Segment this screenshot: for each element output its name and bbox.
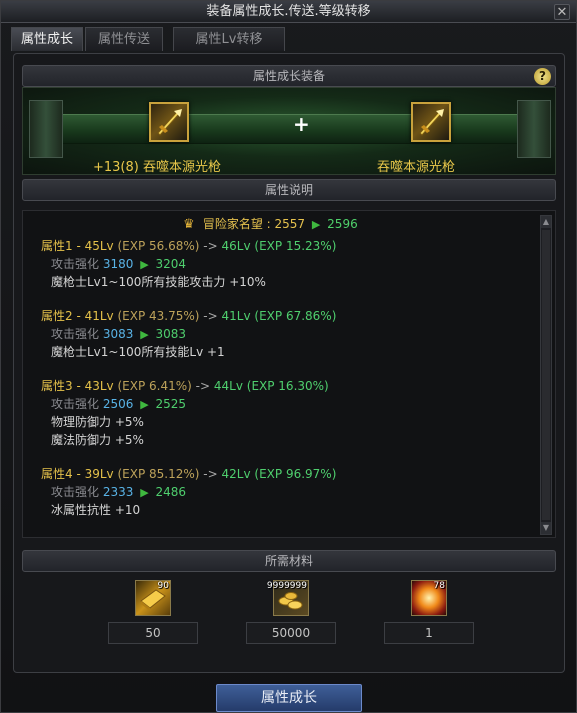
attribute-exp-old: (EXP 85.12%) bbox=[117, 467, 200, 481]
material-count: 50000 bbox=[246, 622, 336, 644]
materials-section-header: 所需材料 bbox=[22, 550, 556, 572]
flame-orb-icon[interactable]: 78 bbox=[411, 580, 447, 616]
scroll-up-icon[interactable]: ▲ bbox=[541, 216, 551, 228]
attribute-block: 属性1 - 45Lv (EXP 56.68%) -> 46Lv (EXP 15.… bbox=[41, 237, 521, 291]
attribute-level-line: 属性2 - 41Lv (EXP 43.75%) -> 41Lv (EXP 67.… bbox=[41, 307, 521, 325]
desc-section-header: 属性说明 bbox=[22, 179, 556, 201]
source-item-slot[interactable] bbox=[149, 102, 189, 142]
attribute-block: 属性2 - 41Lv (EXP 43.75%) -> 41Lv (EXP 67.… bbox=[41, 307, 521, 361]
attribute-arrow: -> bbox=[203, 309, 218, 323]
attribute-exp-new: (EXP 15.23%) bbox=[254, 239, 337, 253]
attribute-level-line: 属性1 - 45Lv (EXP 56.68%) -> 46Lv (EXP 15.… bbox=[41, 237, 521, 255]
attribute-effect: 魔法防御力 +5% bbox=[51, 433, 144, 447]
stat-name: 攻击强化 bbox=[51, 485, 100, 499]
stat-new-value: 3204 bbox=[155, 257, 187, 271]
attribute-exp-new: (EXP 67.86%) bbox=[254, 309, 337, 323]
attribute-new-level: 46Lv bbox=[221, 239, 251, 253]
attribute-effect: 物理防御力 +5% bbox=[51, 415, 144, 429]
attribute-exp-old: (EXP 6.41%) bbox=[117, 379, 192, 393]
equip-section-header: 属性成长装备 ? bbox=[22, 65, 556, 87]
stat-name: 攻击强化 bbox=[51, 327, 100, 341]
increase-arrow-icon: ▶ bbox=[311, 218, 321, 231]
material-badge: 9999999 bbox=[266, 581, 307, 591]
attribute-growth-button[interactable]: 属性成长 bbox=[216, 684, 362, 712]
fame-label: 冒险家名望 : 2557 bbox=[202, 217, 306, 231]
golden-spear-icon bbox=[157, 109, 182, 136]
attribute-effect: 魔枪士Lv1~100所有技能攻击力 +10% bbox=[51, 275, 266, 289]
target-item-slot[interactable] bbox=[411, 102, 451, 142]
fame-new-value: 2596 bbox=[327, 217, 358, 231]
stat-new-value: 3083 bbox=[155, 327, 187, 341]
attribute-arrow: -> bbox=[195, 379, 211, 393]
gold-coins-icon[interactable]: 9999999 bbox=[267, 580, 309, 616]
materials-area: 90 50 9999999 50000 78 1 bbox=[22, 574, 556, 658]
scroll-down-icon[interactable]: ▼ bbox=[541, 522, 551, 534]
material-badge: 90 bbox=[157, 581, 169, 591]
equip-display-area: + +13(8) 吞噬本源光枪 吞噬本源光枪 bbox=[22, 87, 556, 175]
stat-old-value: 2506 bbox=[102, 397, 134, 411]
attribute-new-level: 41Lv bbox=[221, 309, 251, 323]
window-titlebar[interactable]: 装备属性成长.传送.等级转移 ✕ bbox=[1, 1, 576, 23]
attribute-stat-line: 攻击强化 2333 ▶ 2486 bbox=[41, 483, 521, 501]
stat-new-value: 2486 bbox=[155, 485, 187, 499]
window-title: 装备属性成长.传送.等级转移 bbox=[206, 4, 371, 19]
equipment-growth-window: 装备属性成长.传送.等级转移 ✕ 属性成长 属性传送 属性Lv转移 属性成长装备… bbox=[0, 0, 577, 713]
tab-attribute-transfer[interactable]: 属性传送 bbox=[85, 27, 163, 51]
stat-old-value: 2333 bbox=[102, 485, 134, 499]
fame-icon: ♛ bbox=[183, 217, 195, 232]
tab-attribute-growth[interactable]: 属性成长 bbox=[11, 27, 83, 51]
pipe-cap-left bbox=[29, 100, 63, 158]
scroll-thumb[interactable] bbox=[542, 230, 550, 520]
attribute-title: 属性1 - 45Lv bbox=[41, 239, 114, 253]
attribute-effect: 魔枪士Lv1~100所有技能Lv +1 bbox=[51, 345, 225, 359]
attribute-block: 属性4 - 39Lv (EXP 85.12%) -> 42Lv (EXP 96.… bbox=[41, 465, 521, 519]
attribute-exp-old: (EXP 43.75%) bbox=[117, 309, 200, 323]
material-count: 1 bbox=[384, 622, 474, 644]
attribute-level-line: 属性3 - 43Lv (EXP 6.41%) -> 44Lv (EXP 16.3… bbox=[41, 377, 521, 395]
increase-arrow-icon: ▶ bbox=[140, 398, 149, 411]
attribute-arrow: -> bbox=[203, 239, 218, 253]
pipe-cap-right bbox=[517, 100, 551, 158]
desc-section-title: 属性说明 bbox=[264, 183, 313, 197]
equip-section-title: 属性成长装备 bbox=[252, 69, 325, 83]
attribute-block: 属性3 - 43Lv (EXP 6.41%) -> 44Lv (EXP 16.3… bbox=[41, 377, 521, 449]
materials-section-title: 所需材料 bbox=[264, 554, 313, 568]
gold-block-icon[interactable]: 90 bbox=[135, 580, 171, 616]
attribute-stat-line: 攻击强化 2506 ▶ 2525 bbox=[41, 395, 521, 413]
adventurer-fame-row: ♛ 冒险家名望 : 2557 ▶ 2596 bbox=[183, 215, 358, 233]
target-item-name: 吞噬本源光枪 bbox=[377, 160, 456, 175]
attribute-title: 属性3 - 43Lv bbox=[41, 379, 114, 393]
stat-name: 攻击强化 bbox=[51, 257, 100, 271]
close-icon[interactable]: ✕ bbox=[554, 4, 570, 20]
tab-attribute-level-transfer[interactable]: 属性Lv转移 bbox=[173, 27, 285, 51]
plus-sign: + bbox=[293, 112, 310, 136]
main-panel: 属性成长装备 ? + +13(8) 吞噬本源光枪 吞噬本源光枪 属性说明 ♛ 冒… bbox=[13, 53, 565, 673]
stat-old-value: 3180 bbox=[102, 257, 134, 271]
stat-old-value: 3083 bbox=[102, 327, 134, 341]
attribute-description-area: ♛ 冒险家名望 : 2557 ▶ 2596 属性1 - 45Lv (EXP 56… bbox=[22, 210, 556, 538]
attribute-level-line: 属性4 - 39Lv (EXP 85.12%) -> 42Lv (EXP 96.… bbox=[41, 465, 521, 483]
attribute-title: 属性4 - 39Lv bbox=[41, 467, 114, 481]
description-scrollbar[interactable]: ▲ ▼ bbox=[540, 215, 552, 535]
stat-name: 攻击强化 bbox=[51, 397, 100, 411]
attribute-effect: 冰属性抗性 +10 bbox=[51, 503, 141, 517]
attribute-stat-line: 攻击强化 3083 ▶ 3083 bbox=[41, 325, 521, 343]
material-badge: 78 bbox=[433, 581, 445, 591]
stat-new-value: 2525 bbox=[155, 397, 187, 411]
material-count: 50 bbox=[108, 622, 198, 644]
attribute-exp-old: (EXP 56.68%) bbox=[117, 239, 200, 253]
help-icon[interactable]: ? bbox=[534, 68, 551, 85]
attribute-arrow: -> bbox=[203, 467, 218, 481]
increase-arrow-icon: ▶ bbox=[140, 486, 149, 499]
golden-spear-icon bbox=[419, 109, 444, 136]
increase-arrow-icon: ▶ bbox=[140, 258, 149, 271]
attribute-title: 属性2 - 41Lv bbox=[41, 309, 114, 323]
source-item-name: +13(8) 吞噬本源光枪 bbox=[93, 160, 221, 175]
increase-arrow-icon: ▶ bbox=[140, 328, 149, 341]
attribute-new-level: 42Lv bbox=[221, 467, 251, 481]
attribute-stat-line: 攻击强化 3180 ▶ 3204 bbox=[41, 255, 521, 273]
attribute-exp-new: (EXP 96.97%) bbox=[254, 467, 337, 481]
attribute-exp-new: (EXP 16.30%) bbox=[246, 379, 329, 393]
attribute-new-level: 44Lv bbox=[213, 379, 243, 393]
